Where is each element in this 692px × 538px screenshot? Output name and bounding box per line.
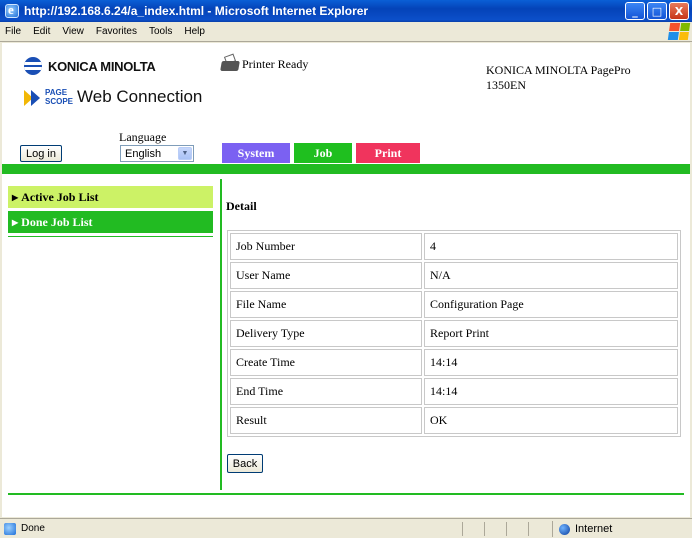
windows-logo-icon: [667, 23, 691, 40]
status-panes: [462, 522, 550, 536]
printer-model-line1: KONICA MINOLTA PagePro: [486, 63, 631, 77]
header-divider-band: [2, 164, 690, 174]
sidebar-item-done-job-list[interactable]: ▶ Done Job List: [8, 211, 213, 233]
table-row: Create Time 14:14: [230, 349, 678, 376]
table-row: User Name N/A: [230, 262, 678, 289]
language-select-value: English: [125, 147, 162, 160]
row-value: N/A: [424, 262, 678, 289]
table-row: End Time 14:14: [230, 378, 678, 405]
table-row: File Name Configuration Page: [230, 291, 678, 318]
pagescope-icon: [24, 88, 42, 106]
language-label: Language: [119, 130, 167, 144]
row-value: OK: [424, 407, 678, 434]
table-row: Job Number 4: [230, 233, 678, 260]
status-text: Done: [21, 523, 45, 534]
product-name: Web Connection: [77, 87, 203, 106]
table-row: Result OK: [230, 407, 678, 434]
printer-icon: [220, 53, 240, 73]
detail-title: Detail: [226, 199, 257, 213]
pagescope-wordmark: PAGE SCOPE: [45, 88, 74, 106]
printer-status-text: Printer Ready: [242, 57, 309, 71]
sidebar-divider: [8, 236, 213, 237]
detail-table: Job Number 4 User Name N/A File Name Con…: [227, 230, 681, 437]
konica-minolta-globe-icon: [24, 57, 42, 75]
row-label: Create Time: [230, 349, 422, 376]
row-label: Job Number: [230, 233, 422, 260]
triangle-right-icon: ▶: [12, 192, 19, 202]
maximize-button[interactable]: □: [647, 2, 667, 20]
row-label: File Name: [230, 291, 422, 318]
minimize-button[interactable]: _: [625, 2, 645, 20]
menu-help[interactable]: Help: [178, 26, 211, 37]
row-value: 4: [424, 233, 678, 260]
page-content: KONICA MINOLTA PAGE SCOPE Web Connection…: [2, 43, 690, 517]
language-select[interactable]: English ▼: [120, 145, 194, 162]
security-zone-label: Internet: [575, 523, 613, 535]
sidebar: ▶ Active Job List ▶ Done Job List: [8, 186, 213, 237]
vertical-divider: [220, 179, 222, 490]
main-tabs: System Job Print: [222, 143, 420, 163]
chevron-down-icon[interactable]: ▼: [178, 147, 192, 160]
menu-bar: File Edit View Favorites Tools Help: [0, 22, 692, 42]
sidebar-item-active-job-list[interactable]: ▶ Active Job List: [8, 186, 213, 208]
back-button[interactable]: Back: [227, 454, 263, 473]
login-button[interactable]: Log in: [20, 145, 62, 162]
row-label: User Name: [230, 262, 422, 289]
printer-status: Printer Ready: [220, 53, 309, 73]
row-label: End Time: [230, 378, 422, 405]
row-label: Delivery Type: [230, 320, 422, 347]
row-value: Report Print: [424, 320, 678, 347]
row-value: 14:14: [424, 378, 678, 405]
tab-print[interactable]: Print: [356, 143, 420, 163]
row-label: Result: [230, 407, 422, 434]
row-value: 14:14: [424, 349, 678, 376]
tab-job[interactable]: Job: [294, 143, 352, 163]
internet-explorer-icon: [5, 2, 19, 18]
table-row: Delivery Type Report Print: [230, 320, 678, 347]
konica-minolta-logo: KONICA MINOLTA: [24, 57, 156, 75]
menu-file[interactable]: File: [0, 26, 27, 37]
tab-system[interactable]: System: [222, 143, 290, 163]
menu-edit[interactable]: Edit: [27, 26, 56, 37]
pagescope-logo: PAGE SCOPE Web Connection: [24, 87, 202, 107]
window-title-bar[interactable]: http://192.168.6.24/a_index.html - Micro…: [0, 0, 692, 22]
security-zone: Internet: [552, 521, 690, 537]
menu-tools[interactable]: Tools: [143, 26, 178, 37]
menu-favorites[interactable]: Favorites: [90, 26, 143, 37]
window-controls: _ □ X: [625, 2, 689, 20]
triangle-right-icon: ▶: [12, 217, 19, 227]
footer-divider: [8, 493, 684, 495]
window-title: http://192.168.6.24/a_index.html - Micro…: [24, 4, 369, 18]
status-bar: Done Internet: [0, 518, 692, 538]
internet-zone-globe-icon: [559, 523, 570, 535]
menu-view[interactable]: View: [56, 26, 90, 37]
printer-model: KONICA MINOLTA PagePro 1350EN: [486, 63, 666, 93]
printer-model-line2: 1350EN: [486, 78, 526, 92]
row-value: Configuration Page: [424, 291, 678, 318]
close-button[interactable]: X: [669, 2, 689, 20]
page-done-icon: [4, 522, 16, 535]
brand-name: KONICA MINOLTA: [48, 58, 156, 74]
